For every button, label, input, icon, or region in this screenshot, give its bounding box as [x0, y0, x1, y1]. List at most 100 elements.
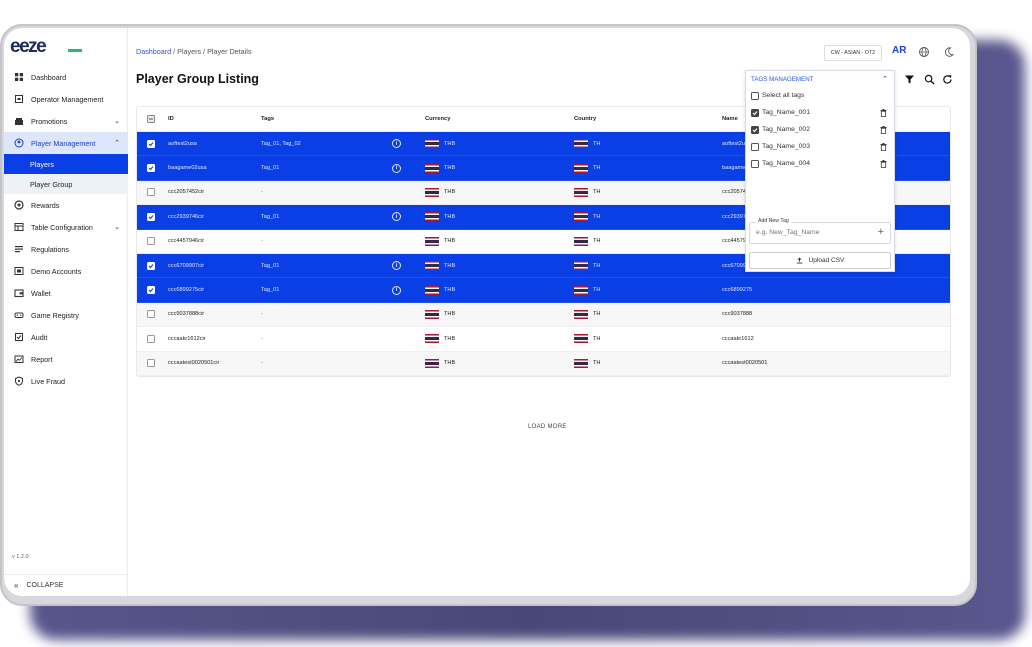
sidebar-item-regulations[interactable]: Regulations: [4, 238, 128, 260]
table-row[interactable]: cccaatest0020501cir - THB TH cccaatest002050…: [137, 351, 950, 376]
tag-checkbox[interactable]: [751, 108, 759, 117]
sidebar-item-promotions[interactable]: Promotions ⌄: [4, 110, 128, 132]
country-cell: TH: [574, 230, 600, 253]
row-checkbox[interactable]: [147, 188, 155, 197]
currency-cell: THB: [425, 254, 455, 277]
country-value: TH: [593, 262, 601, 269]
sidebar-item-label: Regulations: [31, 244, 69, 254]
sidebar-item-audit[interactable]: Audit: [4, 326, 128, 348]
player-tags: Tag_01: [261, 213, 280, 220]
load-more-button[interactable]: LOAD MORE: [528, 424, 567, 430]
currency-value: THB: [444, 360, 456, 367]
sidebar-item-report[interactable]: Report: [4, 348, 128, 370]
breadcrumb-rest: / Players / Player Details: [171, 47, 252, 56]
tag-checkbox[interactable]: [751, 159, 759, 168]
upload-icon: [796, 257, 802, 264]
upload-csv-button[interactable]: Upload CSV: [749, 252, 891, 269]
tag-name: Tag_Name_003: [762, 143, 810, 150]
tags-panel-header[interactable]: TAGS MANAGEMENT ⌃: [746, 71, 894, 87]
trash-icon[interactable]: [880, 142, 887, 151]
tag-item[interactable]: Tag_Name_004: [746, 155, 894, 172]
row-checkbox[interactable]: [147, 310, 155, 319]
building-icon: [14, 94, 24, 104]
tag-item[interactable]: Tag_Name_001: [746, 104, 894, 121]
environment-selector[interactable]: CW - ASIAN - OT2: [824, 45, 882, 61]
currency-value: THB: [444, 262, 456, 269]
tag-item[interactable]: Tag_Name_003: [746, 138, 894, 155]
sidebar-item-dashboard[interactable]: Dashboard: [4, 66, 128, 88]
sidebar-item-players[interactable]: Players: [4, 154, 128, 174]
sidebar-item-wallet[interactable]: Wallet: [4, 282, 128, 304]
tag-name: Tag_Name_004: [762, 160, 810, 167]
language-switch[interactable]: AR: [892, 45, 906, 56]
column-header-name[interactable]: Name: [722, 107, 738, 131]
sidebar-item-game-registry[interactable]: Game Registry: [4, 304, 128, 326]
column-header-tags[interactable]: Tags: [261, 107, 274, 131]
sidebar-item-operator-management[interactable]: Operator Management: [4, 88, 128, 110]
row-checkbox[interactable]: [147, 164, 155, 173]
row-checkbox[interactable]: [147, 359, 155, 368]
player-id: baagame02usa: [168, 165, 207, 172]
info-icon[interactable]: i: [392, 139, 401, 149]
add-tag-plus-icon[interactable]: +: [878, 226, 884, 238]
dark-mode-icon[interactable]: [943, 46, 955, 58]
gift-icon: [14, 116, 24, 126]
row-checkbox[interactable]: [147, 212, 155, 221]
row-checkbox[interactable]: [147, 261, 155, 270]
select-all-checkbox[interactable]: [147, 115, 155, 123]
refresh-icon[interactable]: [942, 74, 953, 85]
collapse-button[interactable]: « COLLAPSE: [4, 574, 128, 596]
player-name: cccaatest0020501: [722, 360, 768, 367]
tag-item[interactable]: Tag_Name_002: [746, 121, 894, 138]
tag-checkbox[interactable]: [751, 125, 759, 134]
sidebar-item-label: Game Registry: [31, 310, 79, 320]
select-all-tags[interactable]: Select all tags: [746, 87, 894, 104]
add-new-tag-label: Add New Tag: [756, 218, 791, 224]
sidebar-item-rewards[interactable]: Rewards: [4, 194, 128, 216]
info-icon[interactable]: i: [392, 261, 401, 271]
trash-icon[interactable]: [880, 125, 887, 134]
trash-icon[interactable]: [880, 108, 887, 117]
country-value: TH: [593, 360, 601, 367]
player-id: aoftest2usa: [168, 140, 197, 147]
column-header-id[interactable]: ID: [168, 107, 174, 131]
row-checkbox[interactable]: [147, 237, 155, 246]
new-tag-input[interactable]: [756, 229, 866, 236]
row-checkbox[interactable]: [147, 286, 155, 295]
player-tags: -: [261, 238, 263, 245]
table-row[interactable]: ccc6899275cir Tag_01 i THB TH ccc6899275: [137, 278, 950, 303]
search-icon[interactable]: [924, 74, 935, 85]
currency-value: THB: [444, 335, 456, 342]
double-chevron-left-icon: «: [14, 581, 19, 590]
tag-name: Tag_Name_001: [762, 109, 810, 116]
column-header-currency[interactable]: Currency: [425, 107, 450, 131]
select-all-tags-checkbox[interactable]: [751, 91, 759, 100]
table-row[interactable]: ccc9037888cir - THB TH ccc9037888: [137, 302, 950, 328]
filter-icon[interactable]: [904, 74, 915, 85]
globe-icon[interactable]: [918, 46, 930, 58]
column-header-country[interactable]: Country: [574, 107, 596, 131]
thailand-flag-icon: [425, 236, 439, 246]
row-checkbox[interactable]: [147, 334, 155, 343]
breadcrumb-dashboard-link[interactable]: Dashboard: [136, 47, 171, 56]
chevron-up-icon[interactable]: ⌃: [882, 75, 888, 83]
chevron-up-icon[interactable]: ⌃: [114, 139, 120, 147]
info-icon[interactable]: i: [392, 212, 401, 222]
page-title: Player Group Listing: [136, 72, 259, 86]
row-checkbox[interactable]: [147, 139, 155, 148]
logo-text: eeze: [10, 36, 46, 57]
sidebar-item-player-management[interactable]: Player Management ⌃: [4, 132, 128, 154]
table-row[interactable]: cccaakr1612cir - THB TH cccaakr1612: [137, 327, 950, 352]
chevron-down-icon[interactable]: ⌄: [114, 117, 120, 125]
sidebar-item-label: Report: [31, 354, 53, 364]
sidebar-item-live-fraud[interactable]: Live Fraud: [4, 370, 128, 392]
tag-checkbox[interactable]: [751, 142, 759, 151]
thailand-flag-icon: [425, 212, 439, 222]
info-icon[interactable]: i: [392, 163, 401, 173]
trash-icon[interactable]: [880, 159, 887, 168]
sidebar-item-player-group[interactable]: Player Group: [4, 174, 128, 194]
chevron-down-icon[interactable]: ⌄: [114, 223, 120, 231]
sidebar-item-demo-accounts[interactable]: Demo Accounts: [4, 260, 128, 282]
sidebar-item-table-configuration[interactable]: Table Configuration ⌄: [4, 216, 128, 238]
info-icon[interactable]: i: [392, 285, 401, 295]
